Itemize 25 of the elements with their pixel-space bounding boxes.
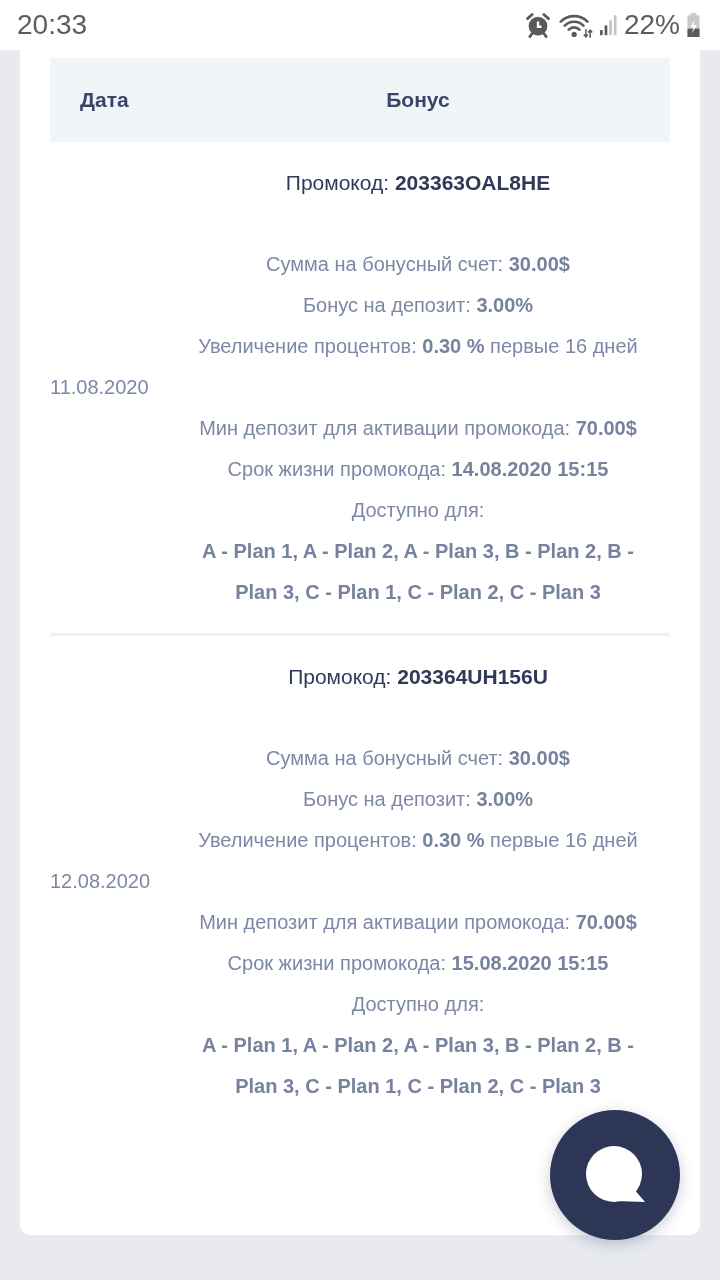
- column-header: Дата: [79, 88, 130, 112]
- promo-code-text: Промокод: 203363OAL8HE: [285, 170, 551, 196]
- bonus-detail-text: Увеличение процентов: 0.30 % первые 16 дней: [198, 334, 638, 359]
- battery-percent: 22%: [623, 9, 680, 41]
- date-text: 11.08.2020: [50, 376, 150, 399]
- plans-text: A - Plan 1, A - Plan 2, A - Plan 3, B - Plan 2, B - Plan 3, C - Plan 1, C - Plan 2, C - Plan 3: [201, 1033, 635, 1099]
- plans-text: A - Plan 1, A - Plan 2, A - Plan 3, B - Plan 2, B - Plan 3, C - Plan 1, C - Plan 2, C - Plan 3: [201, 539, 635, 605]
- bonus-detail-text: Бонус на депозит: 3.00%: [302, 787, 534, 812]
- condition-text: Доступно для:: [351, 498, 485, 523]
- condition-text: Мин депозит для активации промокода: 70.00$: [199, 910, 637, 935]
- signal-icon: [599, 14, 617, 36]
- condition-text: Доступно для:: [351, 992, 485, 1017]
- condition-text: Мин депозит для активации промокода: 70.00$: [199, 416, 637, 441]
- date-text: 12.08.2020: [50, 870, 152, 893]
- condition-text: Срок жизни промокода: 15.08.2020 15:15: [227, 951, 609, 976]
- alarm-clock-icon: [523, 11, 552, 39]
- bonus-detail-text: Сумма на бонусный счет: 30.00$: [266, 252, 570, 277]
- promo-code-text: Промокод: 203364UH156U: [288, 664, 548, 690]
- condition-text: Срок жизни промокода: 14.08.2020 15:15: [227, 457, 609, 482]
- bonus-detail-text: Сумма на бонусный счет: 30.00$: [266, 746, 570, 771]
- column-header: Бонус: [386, 88, 450, 112]
- bonus-detail-text: Увеличение процентов: 0.30 % первые 16 дней: [198, 828, 638, 853]
- bonus-detail-text: Бонус на депозит: 3.00%: [302, 293, 534, 318]
- battery-charging-icon: [687, 13, 700, 37]
- status-time: 20:33: [17, 9, 88, 41]
